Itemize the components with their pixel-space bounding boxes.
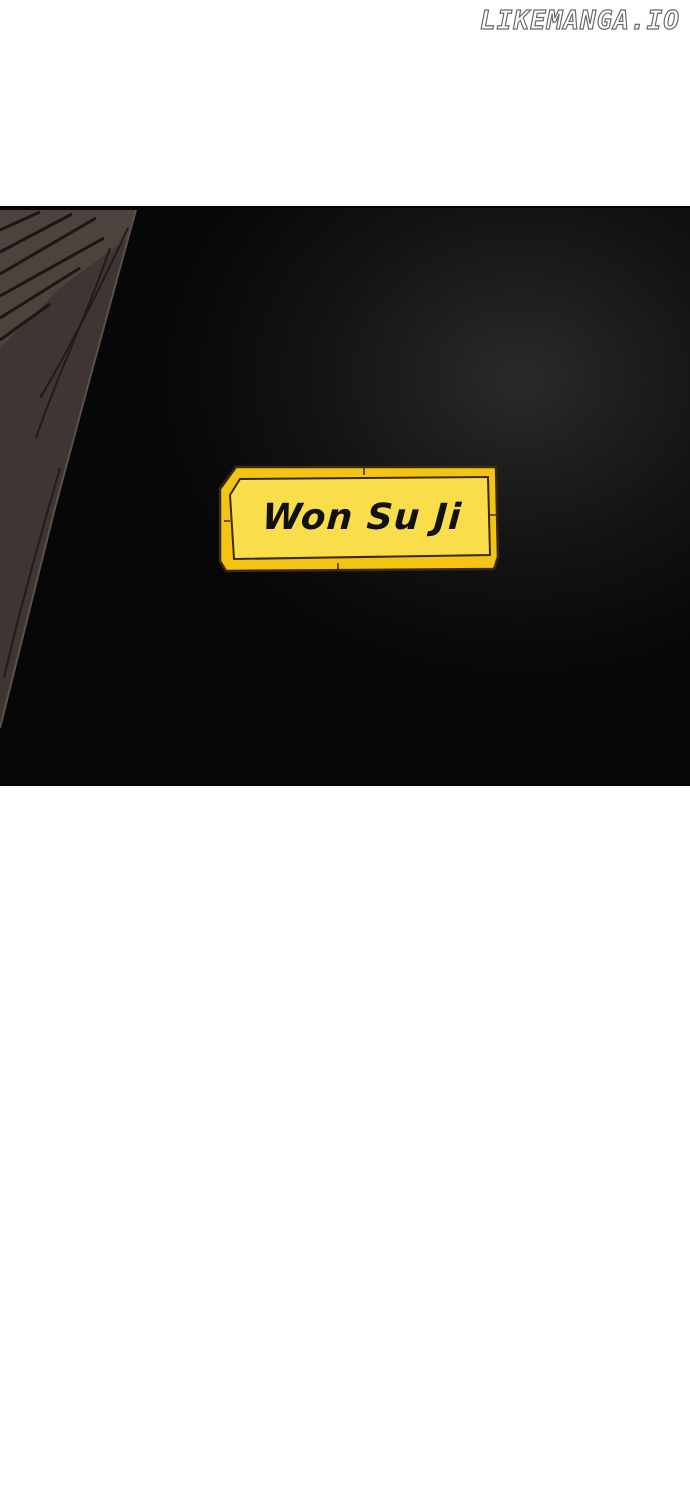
manga-page: LIKEMANGA.IO Won Su Ji bbox=[0, 0, 690, 1500]
site-watermark: LIKEMANGA.IO bbox=[480, 5, 680, 36]
character-name-tag: Won Su Ji bbox=[218, 465, 500, 573]
character-name: Won Su Ji bbox=[260, 496, 464, 538]
